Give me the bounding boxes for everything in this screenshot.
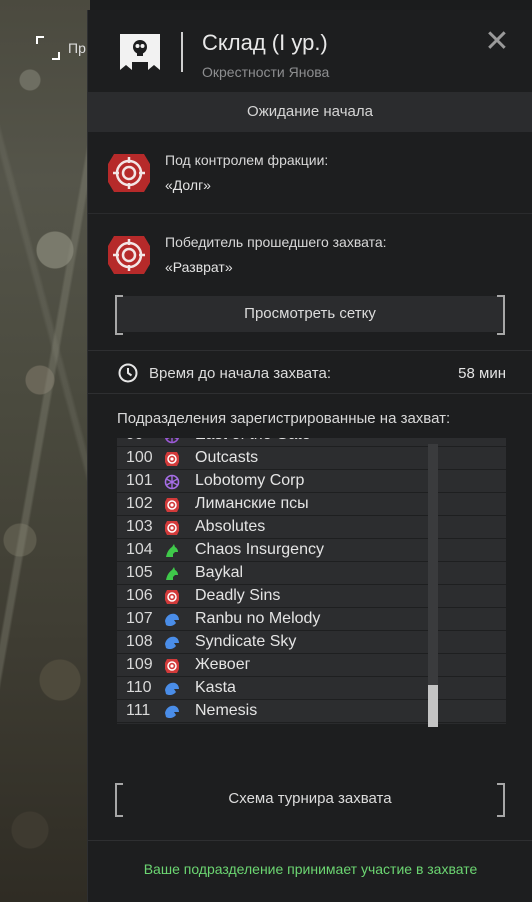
- duty-faction-icon: [164, 589, 180, 605]
- list-item[interactable]: 104 Chaos Insurgency: [117, 539, 506, 562]
- previous-winner-row: Победитель прошедшего захвата: «Разврат»: [88, 214, 532, 296]
- duty-faction-icon: [108, 154, 150, 192]
- clear-sky-faction-icon: [164, 438, 180, 444]
- unit-name: Жевоег: [195, 656, 251, 673]
- duty-faction-icon: [164, 520, 180, 536]
- scrollbar-thumb[interactable]: [428, 685, 438, 727]
- unit-rank: 102: [126, 495, 153, 512]
- header-divider: [181, 32, 183, 72]
- list-item[interactable]: 105 Baykal: [117, 562, 506, 585]
- unit-rank: 99: [126, 438, 144, 446]
- page-title: Склад (I ур.): [202, 30, 328, 55]
- unit-rank: 106: [126, 587, 153, 604]
- map-roads: [0, 0, 90, 902]
- freedom-faction-icon: [164, 543, 180, 559]
- unit-name: Ranbu no Melody: [195, 610, 321, 627]
- list-item[interactable]: 107 Ranbu no Melody: [117, 608, 506, 631]
- list-item[interactable]: 100 Outcasts: [117, 447, 506, 470]
- list-item[interactable]: 109 Жевоег: [117, 654, 506, 677]
- capture-timer-row: Время до начала захвата: 58 мин: [88, 350, 532, 394]
- timer-value: 58 мин: [458, 365, 506, 382]
- map-overlay-label: Пр: [68, 40, 86, 56]
- winner-label: Победитель прошедшего захвата:: [165, 234, 387, 250]
- timer-label: Время до начала захвата:: [149, 365, 332, 382]
- location-subtitle: Окрестности Янова: [202, 64, 330, 80]
- unit-name: Deadly Sins: [195, 587, 281, 604]
- unit-rank: 105: [126, 564, 153, 581]
- registered-units-list[interactable]: 99 East of the Gate 100 Outcasts 101 Lobotomy…: [117, 438, 506, 724]
- unit-name: Outcasts: [195, 449, 259, 466]
- stalker-faction-icon: [164, 612, 180, 628]
- unit-name: Chaos Insurgency: [195, 541, 324, 558]
- duty-faction-icon: [164, 497, 180, 513]
- unit-name: Kasta: [195, 679, 236, 696]
- unit-rank: 103: [126, 518, 153, 535]
- duty-faction-icon: [164, 451, 180, 467]
- unit-rank: 101: [126, 472, 153, 489]
- list-item[interactable]: 108 Syndicate Sky: [117, 631, 506, 654]
- list-item[interactable]: 106 Deadly Sins: [117, 585, 506, 608]
- view-grid-button[interactable]: Просмотреть сетку: [115, 295, 505, 335]
- unit-rank: 110: [126, 679, 152, 696]
- skull-banner-icon: [120, 34, 160, 70]
- close-icon[interactable]: ✕: [484, 27, 510, 57]
- list-item[interactable]: 102 Лиманские псы: [117, 493, 506, 516]
- clock-icon: [118, 363, 138, 383]
- freedom-faction-icon: [164, 566, 180, 582]
- list-scrollbar[interactable]: [428, 444, 438, 727]
- unit-list: 99 East of the Gate 100 Outcasts 101 Lobotomy…: [117, 438, 506, 723]
- duty-faction-icon: [108, 236, 150, 274]
- clear-sky-faction-icon: [164, 474, 180, 490]
- capture-info-panel: Склад (I ур.) Окрестности Янова ✕ Ожидан…: [87, 10, 532, 902]
- participation-status: Ваше подразделение принимает участие в з…: [88, 840, 532, 902]
- control-label: Под контролем фракции:: [165, 152, 329, 168]
- control-value: «Долг»: [165, 177, 211, 193]
- duty-faction-icon: [164, 658, 180, 674]
- registered-units-title: Подразделения зарегистрированные на захв…: [117, 410, 451, 427]
- controlling-faction-row: Под контролем фракции: «Долг»: [88, 132, 532, 214]
- unit-name: Baykal: [195, 564, 244, 581]
- status-banner: Ожидание начала: [88, 92, 532, 132]
- unit-rank: 109: [126, 656, 153, 673]
- unit-name: Лиманские псы: [195, 495, 309, 512]
- unit-rank: 108: [126, 633, 153, 650]
- unit-name: Lobotomy Corp: [195, 472, 305, 489]
- unit-name: East of the Gate: [195, 438, 311, 446]
- list-item[interactable]: 110 Kasta: [117, 677, 506, 700]
- stalker-faction-icon: [164, 635, 180, 651]
- unit-rank: 111: [126, 702, 151, 719]
- unit-name: Absolutes: [195, 518, 266, 535]
- list-item[interactable]: 103 Absolutes: [117, 516, 506, 539]
- unit-rank: 107: [126, 610, 153, 627]
- unit-name: Nemesis: [195, 702, 258, 719]
- winner-value: «Разврат»: [165, 259, 233, 275]
- add-marker-icon[interactable]: [36, 36, 60, 60]
- list-item[interactable]: 99 East of the Gate: [117, 438, 506, 447]
- unit-name: Syndicate Sky: [195, 633, 297, 650]
- tournament-scheme-button[interactable]: Схема турнира захвата: [115, 783, 505, 817]
- unit-rank: 100: [126, 449, 153, 466]
- list-item[interactable]: 111 Nemesis: [117, 700, 506, 723]
- stalker-faction-icon: [164, 704, 180, 720]
- stalker-faction-icon: [164, 681, 180, 697]
- panel-header: Склад (I ур.) Окрестности Янова ✕: [88, 10, 532, 92]
- list-item[interactable]: 101 Lobotomy Corp: [117, 470, 506, 493]
- unit-rank: 104: [126, 541, 153, 558]
